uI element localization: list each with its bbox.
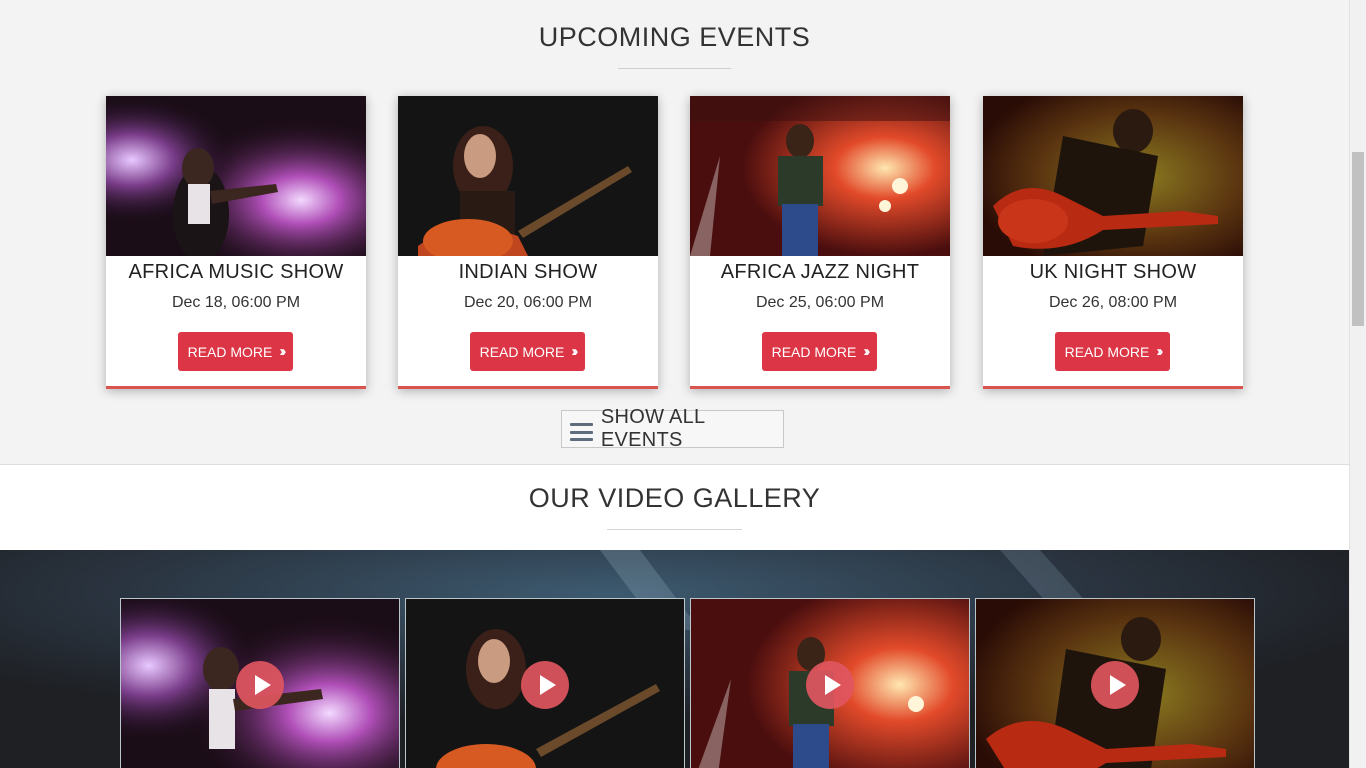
event-photo (398, 96, 658, 256)
show-all-events-label: SHOW ALL EVENTS (600, 406, 705, 451)
show-all-events-button[interactable]: SHOW ALL EVENTS (561, 406, 784, 451)
read-more-label: READ MORE (771, 343, 857, 360)
double-chevron-right-icon: ›› (1156, 343, 1163, 360)
event-date: Dec 18, 06:00 PM (171, 294, 301, 311)
menu-icon (570, 423, 593, 441)
read-more-label: READ MORE (1064, 343, 1150, 360)
upcoming-events-section: UPCOMING EVENTS AFRICA MUSIC SHOW Dec 18… (0, 0, 1349, 464)
double-chevron-right-icon: ›› (279, 343, 286, 360)
video-gallery-title: OUR VIDEO GALLERY (528, 483, 821, 513)
event-date: Dec 26, 08:00 PM (1048, 294, 1178, 311)
event-name: UK NIGHT SHOW (1029, 261, 1197, 283)
read-more-label: READ MORE (187, 343, 273, 360)
video-gallery-section (0, 550, 1349, 768)
upcoming-events-title: UPCOMING EVENTS (538, 22, 811, 52)
read-more-button[interactable]: READ MORE ›› (178, 332, 293, 371)
play-icon[interactable] (806, 661, 854, 709)
event-name: INDIAN SHOW (458, 261, 598, 283)
title-divider (607, 529, 742, 530)
video-gallery-header: OUR VIDEO GALLERY (0, 464, 1349, 550)
event-card: INDIAN SHOW Dec 20, 06:00 PM READ MORE ›… (398, 96, 658, 389)
event-name: AFRICA JAZZ NIGHT (720, 261, 920, 283)
video-thumbnail[interactable] (120, 598, 400, 768)
page: UPCOMING EVENTS AFRICA MUSIC SHOW Dec 18… (0, 0, 1349, 768)
play-icon[interactable] (236, 661, 284, 709)
event-photo (106, 96, 366, 256)
play-icon[interactable] (521, 661, 569, 709)
video-thumbnail[interactable] (405, 598, 685, 768)
page-scrollbar[interactable] (1349, 0, 1366, 768)
read-more-label: READ MORE (479, 343, 565, 360)
play-icon[interactable] (1091, 661, 1139, 709)
event-date: Dec 20, 06:00 PM (463, 294, 593, 311)
event-card: AFRICA MUSIC SHOW Dec 18, 06:00 PM READ … (106, 96, 366, 389)
double-chevron-right-icon: ›› (571, 343, 578, 360)
video-thumbnail[interactable] (975, 598, 1255, 768)
scrollbar-thumb[interactable] (1352, 152, 1364, 326)
read-more-button[interactable]: READ MORE ›› (1055, 332, 1170, 371)
event-card: AFRICA JAZZ NIGHT Dec 25, 06:00 PM READ … (690, 96, 950, 389)
title-divider (618, 68, 731, 69)
event-card: UK NIGHT SHOW Dec 26, 08:00 PM READ MORE… (983, 96, 1243, 389)
event-photo (983, 96, 1243, 256)
event-photo (690, 96, 950, 256)
event-date: Dec 25, 06:00 PM (755, 294, 885, 311)
read-more-button[interactable]: READ MORE ›› (762, 332, 877, 371)
event-name: AFRICA MUSIC SHOW (128, 261, 344, 283)
video-thumbnail[interactable] (690, 598, 970, 768)
read-more-button[interactable]: READ MORE ›› (470, 332, 585, 371)
double-chevron-right-icon: ›› (863, 343, 870, 360)
